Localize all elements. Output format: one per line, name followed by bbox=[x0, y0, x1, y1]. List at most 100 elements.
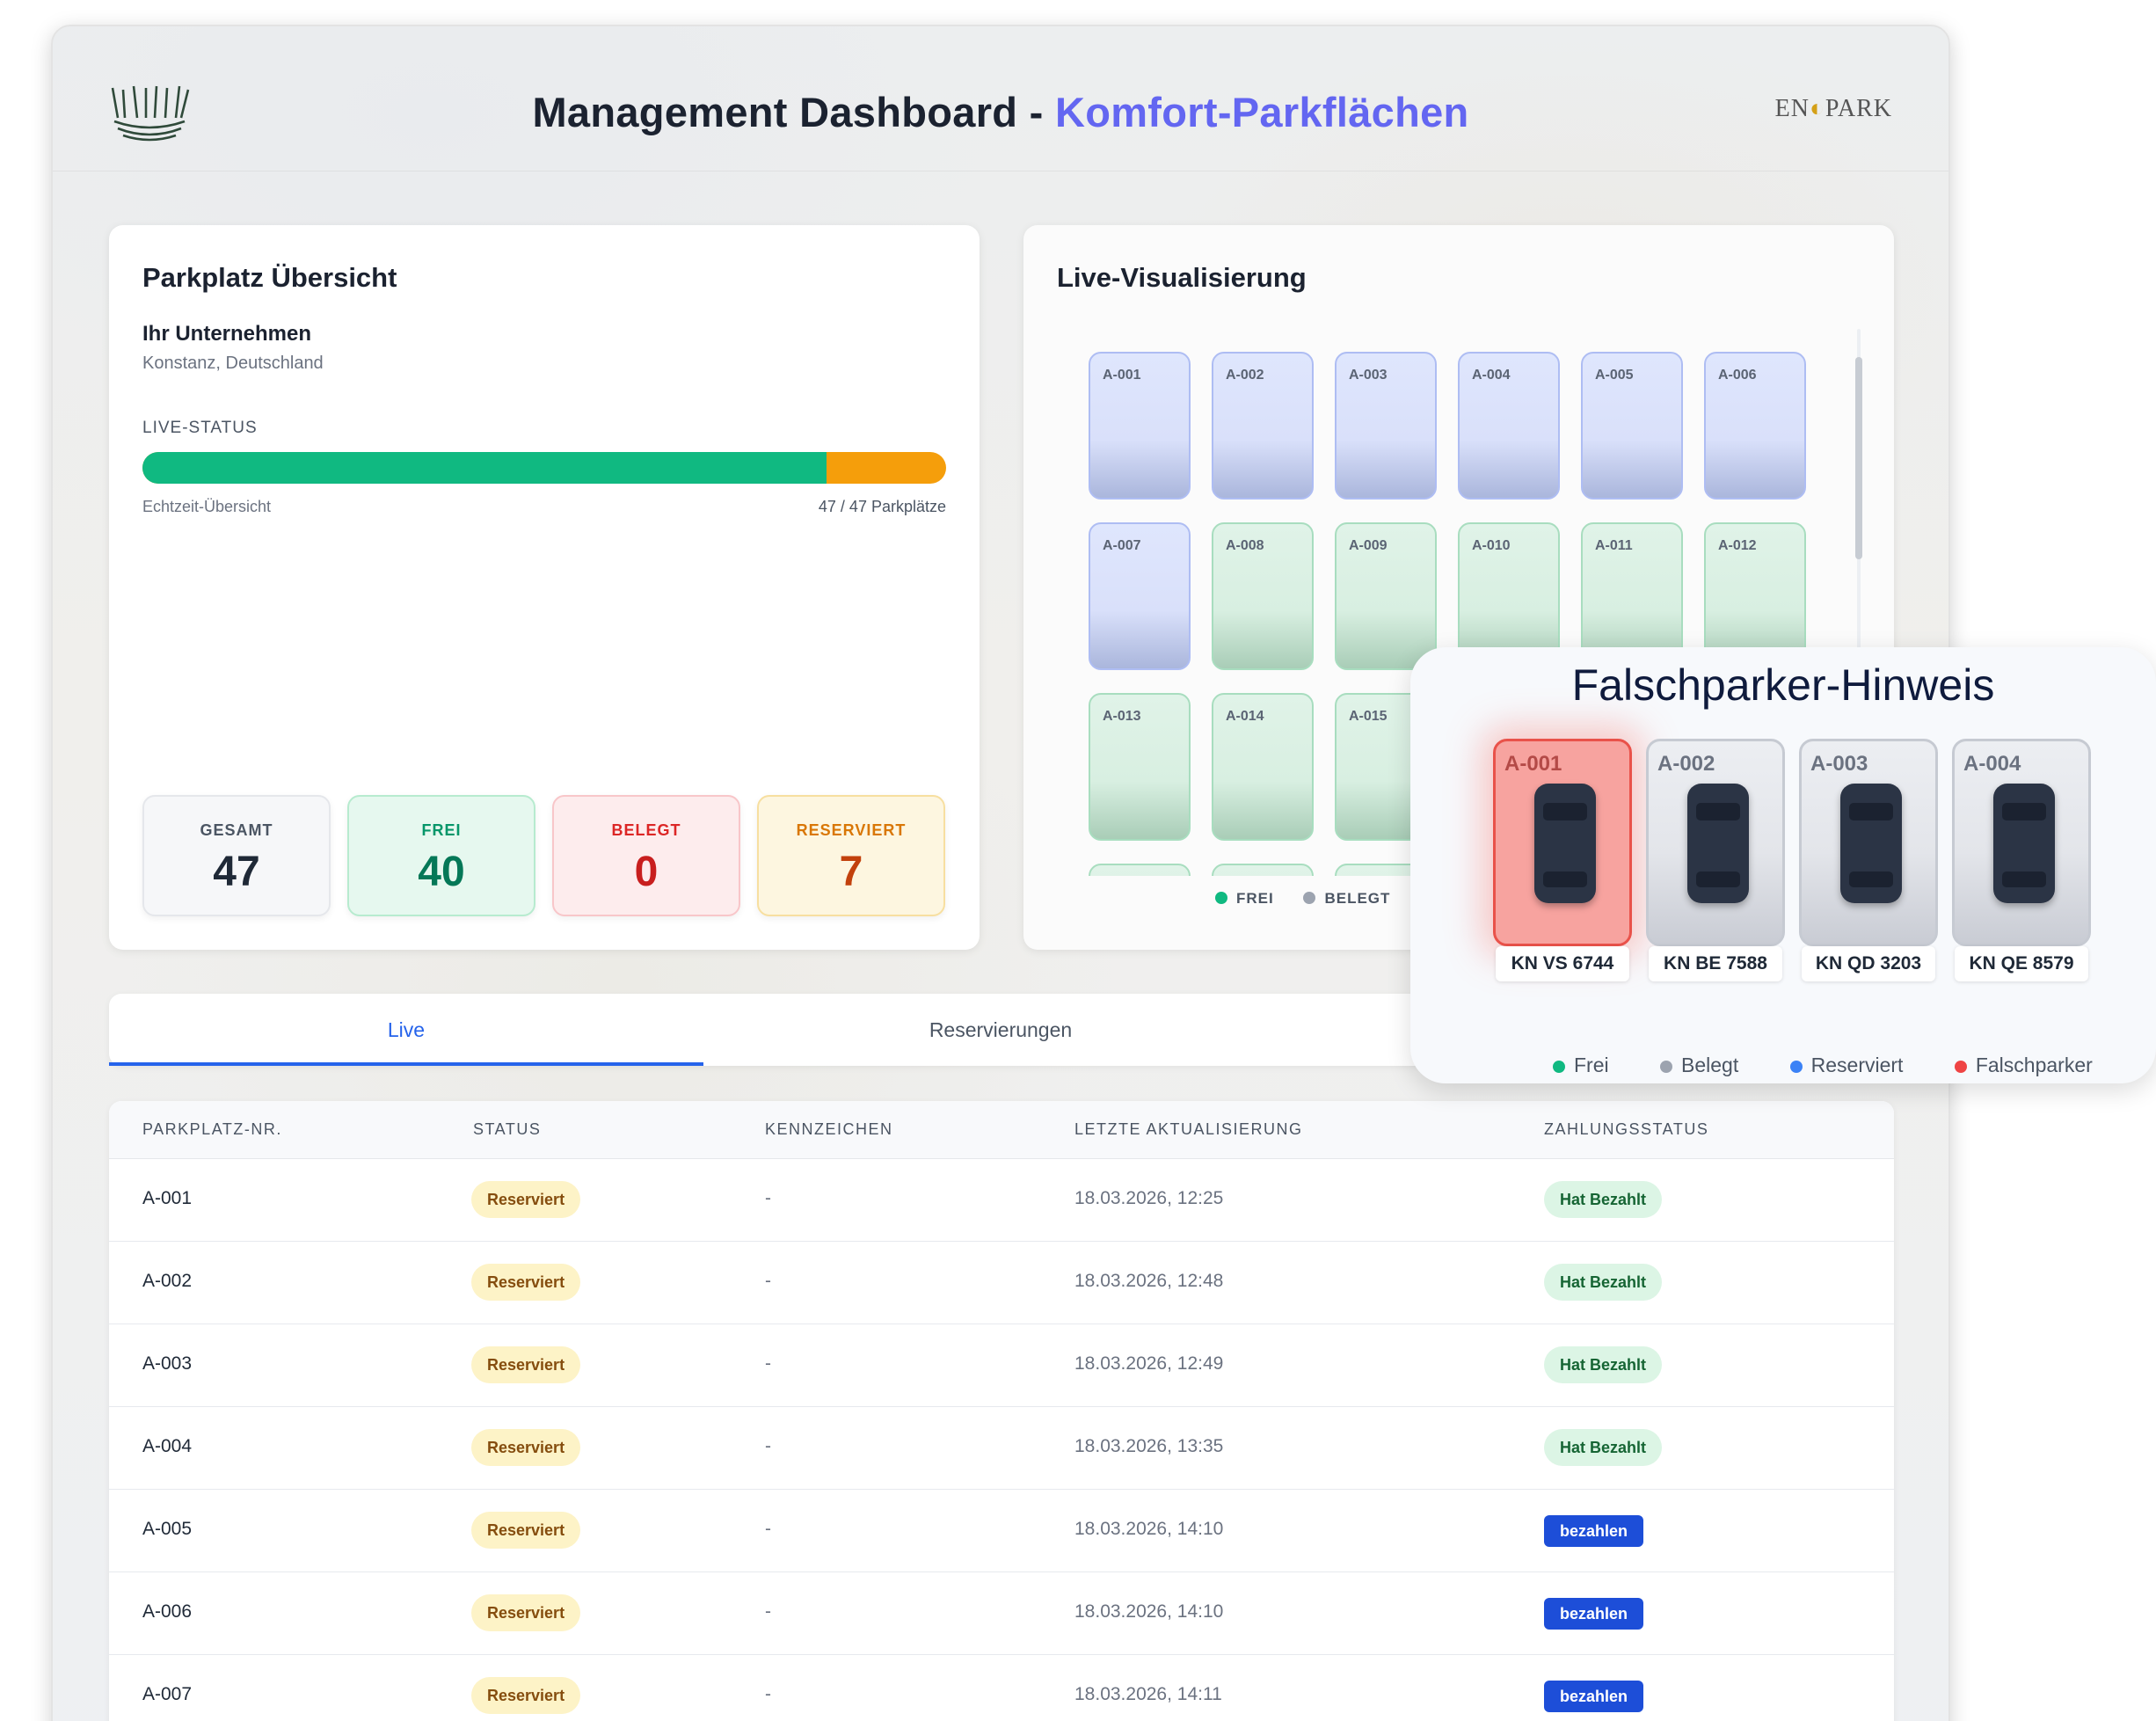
table-row[interactable]: A-005 Reserviert - 18.03.2026, 14:10 bezahle… bbox=[109, 1490, 1894, 1572]
legend-belegt: Belegt bbox=[1660, 1054, 1761, 1076]
falschparker-spot[interactable]: A-001 bbox=[1493, 739, 1632, 946]
license-plate: KN QD 3203 bbox=[1802, 946, 1935, 981]
status-badge: Reserviert bbox=[471, 1512, 581, 1549]
parking-spot[interactable]: A-006 bbox=[1704, 352, 1806, 500]
legend-frei: Frei bbox=[1553, 1054, 1632, 1076]
parking-spot[interactable]: A-004 bbox=[1458, 352, 1560, 500]
scrollbar-thumb[interactable] bbox=[1855, 357, 1862, 559]
overview-title: Parkplatz Übersicht bbox=[142, 262, 397, 293]
table-row[interactable]: A-006 Reserviert - 18.03.2026, 14:10 bezahle… bbox=[109, 1572, 1894, 1655]
parking-spot[interactable]: A-001 bbox=[1089, 352, 1191, 500]
legend-reserviert: Reserviert bbox=[1789, 1054, 1927, 1076]
company-name: Ihr Unternehmen bbox=[142, 322, 312, 346]
spot-id: A-001 bbox=[1504, 752, 1562, 776]
falschparker-title: Falschparker-Hinweis bbox=[1571, 660, 1995, 710]
cell-nr: A-004 bbox=[142, 1436, 193, 1456]
cell-kennzeichen: - bbox=[765, 1519, 771, 1539]
live-visual-title: Live-Visualisierung bbox=[1057, 262, 1307, 293]
parking-spot[interactable]: A-014 bbox=[1212, 693, 1314, 841]
cell-kennzeichen: - bbox=[765, 1601, 771, 1622]
legend-falschparker: Falschparker bbox=[1954, 1054, 2116, 1076]
occupied-spot[interactable]: A-004 bbox=[1952, 739, 2091, 946]
cell-kennzeichen: - bbox=[765, 1684, 771, 1704]
stat-gesamt-label: GESAMT bbox=[200, 821, 273, 839]
frei-dot-icon bbox=[1215, 892, 1227, 904]
logo-right-b: PARK bbox=[1825, 95, 1892, 122]
status-badge: Reserviert bbox=[471, 1594, 581, 1631]
occupied-spot[interactable]: A-003 bbox=[1799, 739, 1938, 946]
stat-gesamt: GESAMT 47 bbox=[142, 795, 331, 916]
table-row[interactable]: A-003 Reserviert - 18.03.2026, 12:49 Hat Bez… bbox=[109, 1324, 1894, 1407]
cell-nr: A-001 bbox=[142, 1188, 193, 1208]
live-status-label: LIVE-STATUS bbox=[142, 419, 258, 437]
pay-button[interactable]: bezahlen bbox=[1544, 1598, 1644, 1630]
page-title: Management Dashboard - Komfort-Parkfläch… bbox=[53, 88, 1948, 136]
payment-badge: Hat Bezahlt bbox=[1544, 1429, 1663, 1466]
cell-update: 18.03.2026, 14:11 bbox=[1074, 1684, 1222, 1704]
tab-reservierungen[interactable]: Reservierungen bbox=[703, 994, 1298, 1066]
falschparker-dot-icon bbox=[1954, 1061, 1967, 1073]
stat-reserviert-value: 7 bbox=[839, 849, 863, 895]
cell-kennzeichen: - bbox=[765, 1353, 771, 1374]
parking-spot[interactable]: A-008 bbox=[1212, 522, 1314, 670]
belegt-dot-icon bbox=[1303, 892, 1316, 904]
th-update: LETZTE AKTUALISIERUNG bbox=[1074, 1120, 1303, 1138]
car-icon bbox=[1534, 784, 1596, 903]
cell-kennzeichen: - bbox=[765, 1436, 771, 1456]
company-location: Konstanz, Deutschland bbox=[142, 354, 324, 373]
drop-icon: ◐ bbox=[1809, 95, 1825, 122]
parking-spot[interactable]: A-013 bbox=[1089, 693, 1191, 841]
falschparker-panel: Falschparker-Hinweis A-001 KN VS 6744 A-00… bbox=[1410, 647, 2156, 1083]
cell-nr: A-002 bbox=[142, 1271, 193, 1291]
parking-spot[interactable]: A-009 bbox=[1335, 522, 1437, 670]
legend-frei-label: Frei bbox=[1574, 1054, 1609, 1076]
cell-update: 18.03.2026, 13:35 bbox=[1074, 1436, 1224, 1456]
legend-belegt-label: BELEGT bbox=[1324, 890, 1391, 907]
cell-update: 18.03.2026, 12:49 bbox=[1074, 1353, 1224, 1374]
table-row[interactable]: A-004 Reserviert - 18.03.2026, 13:35 Hat Bez… bbox=[109, 1407, 1894, 1490]
table-row[interactable]: A-007 Reserviert - 18.03.2026, 14:11 bezahle… bbox=[109, 1655, 1894, 1721]
stat-belegt-label: BELEGT bbox=[611, 821, 681, 839]
parking-spot[interactable]: A-005 bbox=[1581, 352, 1683, 500]
status-badge: Reserviert bbox=[471, 1677, 581, 1714]
th-kennzeichen: KENNZEICHEN bbox=[765, 1120, 893, 1138]
spot-id: A-004 bbox=[1963, 752, 2021, 776]
overview-card: Parkplatz Übersicht Ihr Unternehmen Kons… bbox=[109, 225, 980, 950]
parking-spot[interactable] bbox=[1212, 864, 1314, 876]
frei-dot-icon bbox=[1553, 1061, 1565, 1073]
license-plate: KN QE 8579 bbox=[1955, 946, 2088, 981]
cell-update: 18.03.2026, 12:48 bbox=[1074, 1271, 1224, 1291]
car-icon bbox=[1687, 784, 1749, 903]
parking-spot[interactable]: A-003 bbox=[1335, 352, 1437, 500]
car-icon bbox=[1993, 784, 2055, 903]
table-header: PARKPLATZ-NR. STATUS KENNZEICHEN LETZTE … bbox=[109, 1101, 1894, 1159]
cell-nr: A-003 bbox=[142, 1353, 193, 1374]
falschparker-legend: Frei Belegt Reserviert Falschparker bbox=[1553, 1054, 2138, 1077]
logo-right-a: EN bbox=[1774, 95, 1810, 122]
pay-button[interactable]: bezahlen bbox=[1544, 1681, 1644, 1712]
legend-belegt: BELEGT bbox=[1303, 890, 1390, 907]
parking-spot[interactable] bbox=[1089, 864, 1191, 876]
title-main: Management Dashboard - bbox=[532, 89, 1055, 135]
cell-kennzeichen: - bbox=[765, 1188, 771, 1208]
parking-spot[interactable]: A-002 bbox=[1212, 352, 1314, 500]
table-row[interactable]: A-001 Reserviert - 18.03.2026, 12:25 Hat Bez… bbox=[109, 1159, 1894, 1242]
parking-spot[interactable]: A-007 bbox=[1089, 522, 1191, 670]
occupied-spot[interactable]: A-002 bbox=[1646, 739, 1785, 946]
legend-frei-label: FREI bbox=[1236, 890, 1274, 907]
cell-update: 18.03.2026, 14:10 bbox=[1074, 1601, 1224, 1622]
spot-id: A-003 bbox=[1810, 752, 1868, 776]
pay-button[interactable]: bezahlen bbox=[1544, 1515, 1644, 1547]
table-row[interactable]: A-002 Reserviert - 18.03.2026, 12:48 Hat Bez… bbox=[109, 1242, 1894, 1324]
stat-frei-value: 40 bbox=[418, 849, 465, 895]
cell-nr: A-007 bbox=[142, 1684, 193, 1704]
belegt-dot-icon bbox=[1660, 1061, 1673, 1073]
status-badge: Reserviert bbox=[471, 1429, 581, 1466]
tab-live[interactable]: Live bbox=[109, 994, 703, 1066]
live-legend: FREI BELEGT bbox=[1215, 890, 1415, 908]
cell-nr: A-005 bbox=[142, 1519, 193, 1539]
parking-table: PARKPLATZ-NR. STATUS KENNZEICHEN LETZTE … bbox=[109, 1101, 1894, 1721]
payment-badge: Hat Bezahlt bbox=[1544, 1181, 1663, 1218]
stat-belegt: BELEGT 0 bbox=[552, 795, 740, 916]
stat-belegt-value: 0 bbox=[634, 849, 659, 895]
